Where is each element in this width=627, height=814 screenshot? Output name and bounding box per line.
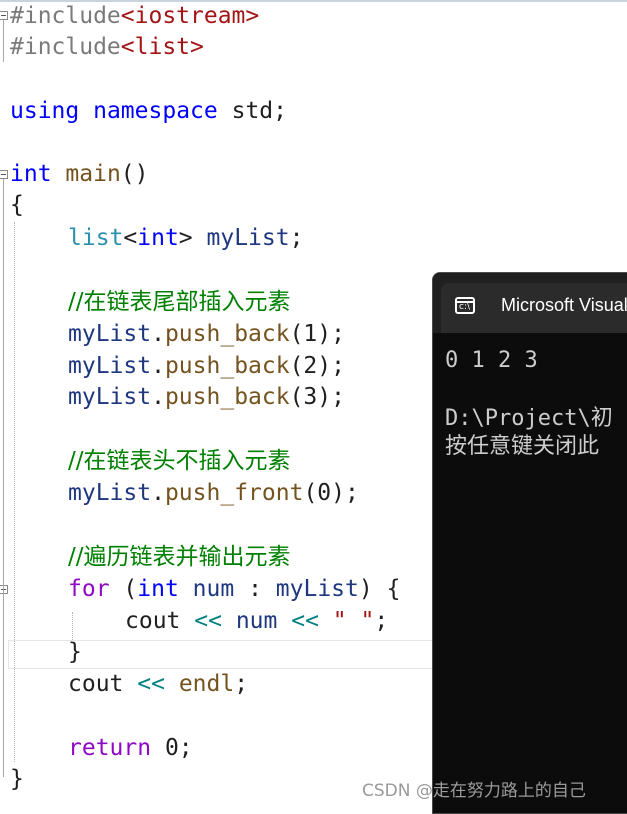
function-name: endl <box>178 671 235 697</box>
comment: //在链表尾部插入元素 <box>68 289 291 315</box>
code-line-15: //在链表头不插入元素 <box>68 446 291 477</box>
console-titlebar[interactable]: c:\ Microsoft Visual Studio Debug Consol… <box>433 273 627 333</box>
code-line-8: list<int> myList; <box>68 223 303 254</box>
return-value: 0; <box>164 735 193 761</box>
indent-guide <box>14 222 15 762</box>
function-name: push_front <box>164 480 304 506</box>
comment: //在链表头不插入元素 <box>68 448 291 474</box>
include-header: <iostream> <box>120 3 260 29</box>
keyword: using <box>10 98 80 124</box>
operator: << <box>137 671 165 697</box>
string-literal: " " <box>332 608 375 634</box>
punctuation: . <box>151 384 165 410</box>
punctuation: < <box>123 225 138 251</box>
namespace-name: std; <box>231 98 287 124</box>
code-line-10: //在链表尾部插入元素 <box>68 287 291 318</box>
brace: } <box>68 639 82 665</box>
punctuation: ) { <box>358 576 401 602</box>
code-line-2: #include<list> <box>10 32 204 63</box>
punctuation: ; <box>289 225 304 251</box>
code-line-24: return 0; <box>68 733 193 764</box>
code-line-11: myList.push_back(1); <box>68 319 345 350</box>
punctuation: ; <box>374 608 389 634</box>
operator: << <box>291 608 319 634</box>
watermark: CSDN @走在努力路上的自己 <box>362 781 586 801</box>
indent-guide <box>72 612 73 640</box>
debug-console-window[interactable]: c:\ Microsoft Visual Studio Debug Consol… <box>432 272 627 814</box>
console-tab[interactable]: c:\ Microsoft Visual Studio Debug Consol… <box>441 283 627 333</box>
variable: myList <box>206 225 290 251</box>
outline-guide <box>3 20 4 62</box>
variable: myList <box>68 384 152 410</box>
preprocessor-directive: #include <box>10 3 121 29</box>
code-line-18: //遍历链表并输出元素 <box>68 542 291 573</box>
type-name: list <box>68 225 124 251</box>
code-line-7: { <box>10 190 24 221</box>
keyword: namespace <box>93 98 218 124</box>
variable: myList <box>68 480 152 506</box>
punctuation: () <box>120 161 149 187</box>
code-line-12: myList.push_back(2); <box>68 351 345 382</box>
console-path-line: D:\Project\初 <box>445 406 613 431</box>
punctuation: > <box>178 225 193 251</box>
variable: myList <box>68 353 152 379</box>
punctuation: . <box>151 353 165 379</box>
variable: num <box>192 576 235 602</box>
variable: myList <box>275 576 359 602</box>
code-line-19: for (int num : myList) { <box>68 574 400 605</box>
console-output: 0 1 2 3 <box>445 348 538 373</box>
function-name: push_back <box>164 321 290 347</box>
punctuation: . <box>151 321 165 347</box>
punctuation: ; <box>234 671 249 697</box>
keyword: int <box>137 576 179 602</box>
code-line-20: cout << num << " "; <box>125 606 388 637</box>
arguments: (3); <box>289 384 345 410</box>
code-line-6: int main() <box>10 159 149 190</box>
fold-toggle-icon[interactable] <box>0 11 8 20</box>
operator: << <box>194 608 222 634</box>
preprocessor-directive: #include <box>10 34 121 60</box>
punctuation: ( <box>123 576 138 602</box>
arguments: (2); <box>289 353 345 379</box>
fold-toggle-icon[interactable] <box>0 170 8 179</box>
outline-guide <box>3 179 4 777</box>
function-name: main <box>65 161 121 187</box>
code-line-22: cout << endl; <box>68 669 248 700</box>
brace: } <box>10 766 24 792</box>
identifier: cout <box>68 671 124 697</box>
punctuation: . <box>151 480 165 506</box>
control-keyword: for <box>68 576 110 602</box>
function-name: push_back <box>164 384 290 410</box>
punctuation: : <box>248 576 262 602</box>
code-line-13: myList.push_back(3); <box>68 382 345 413</box>
code-line-25: } <box>10 764 24 795</box>
code-line-1: #include<iostream> <box>10 1 259 32</box>
brace: { <box>10 192 24 218</box>
console-app-icon: c:\ <box>455 297 475 314</box>
control-keyword: return <box>68 735 152 761</box>
fold-toggle-icon[interactable] <box>0 585 8 594</box>
code-line-4: using namespace std; <box>10 96 287 127</box>
keyword: int <box>137 225 179 251</box>
arguments: (0); <box>303 480 359 506</box>
arguments: (1); <box>289 321 345 347</box>
code-line-16: myList.push_front(0); <box>68 478 359 509</box>
variable: myList <box>68 321 152 347</box>
console-prompt-line: 按任意键关闭此 <box>445 434 600 459</box>
function-name: push_back <box>164 353 290 379</box>
variable: num <box>235 608 278 634</box>
include-header: <list> <box>120 34 204 60</box>
outline-guide <box>3 594 4 654</box>
console-title: Microsoft Visual Studio Debug Console <box>501 295 627 315</box>
code-line-21: } <box>68 637 82 668</box>
identifier: cout <box>125 608 181 634</box>
comment: //遍历链表并输出元素 <box>68 544 291 570</box>
keyword: int <box>10 161 52 187</box>
